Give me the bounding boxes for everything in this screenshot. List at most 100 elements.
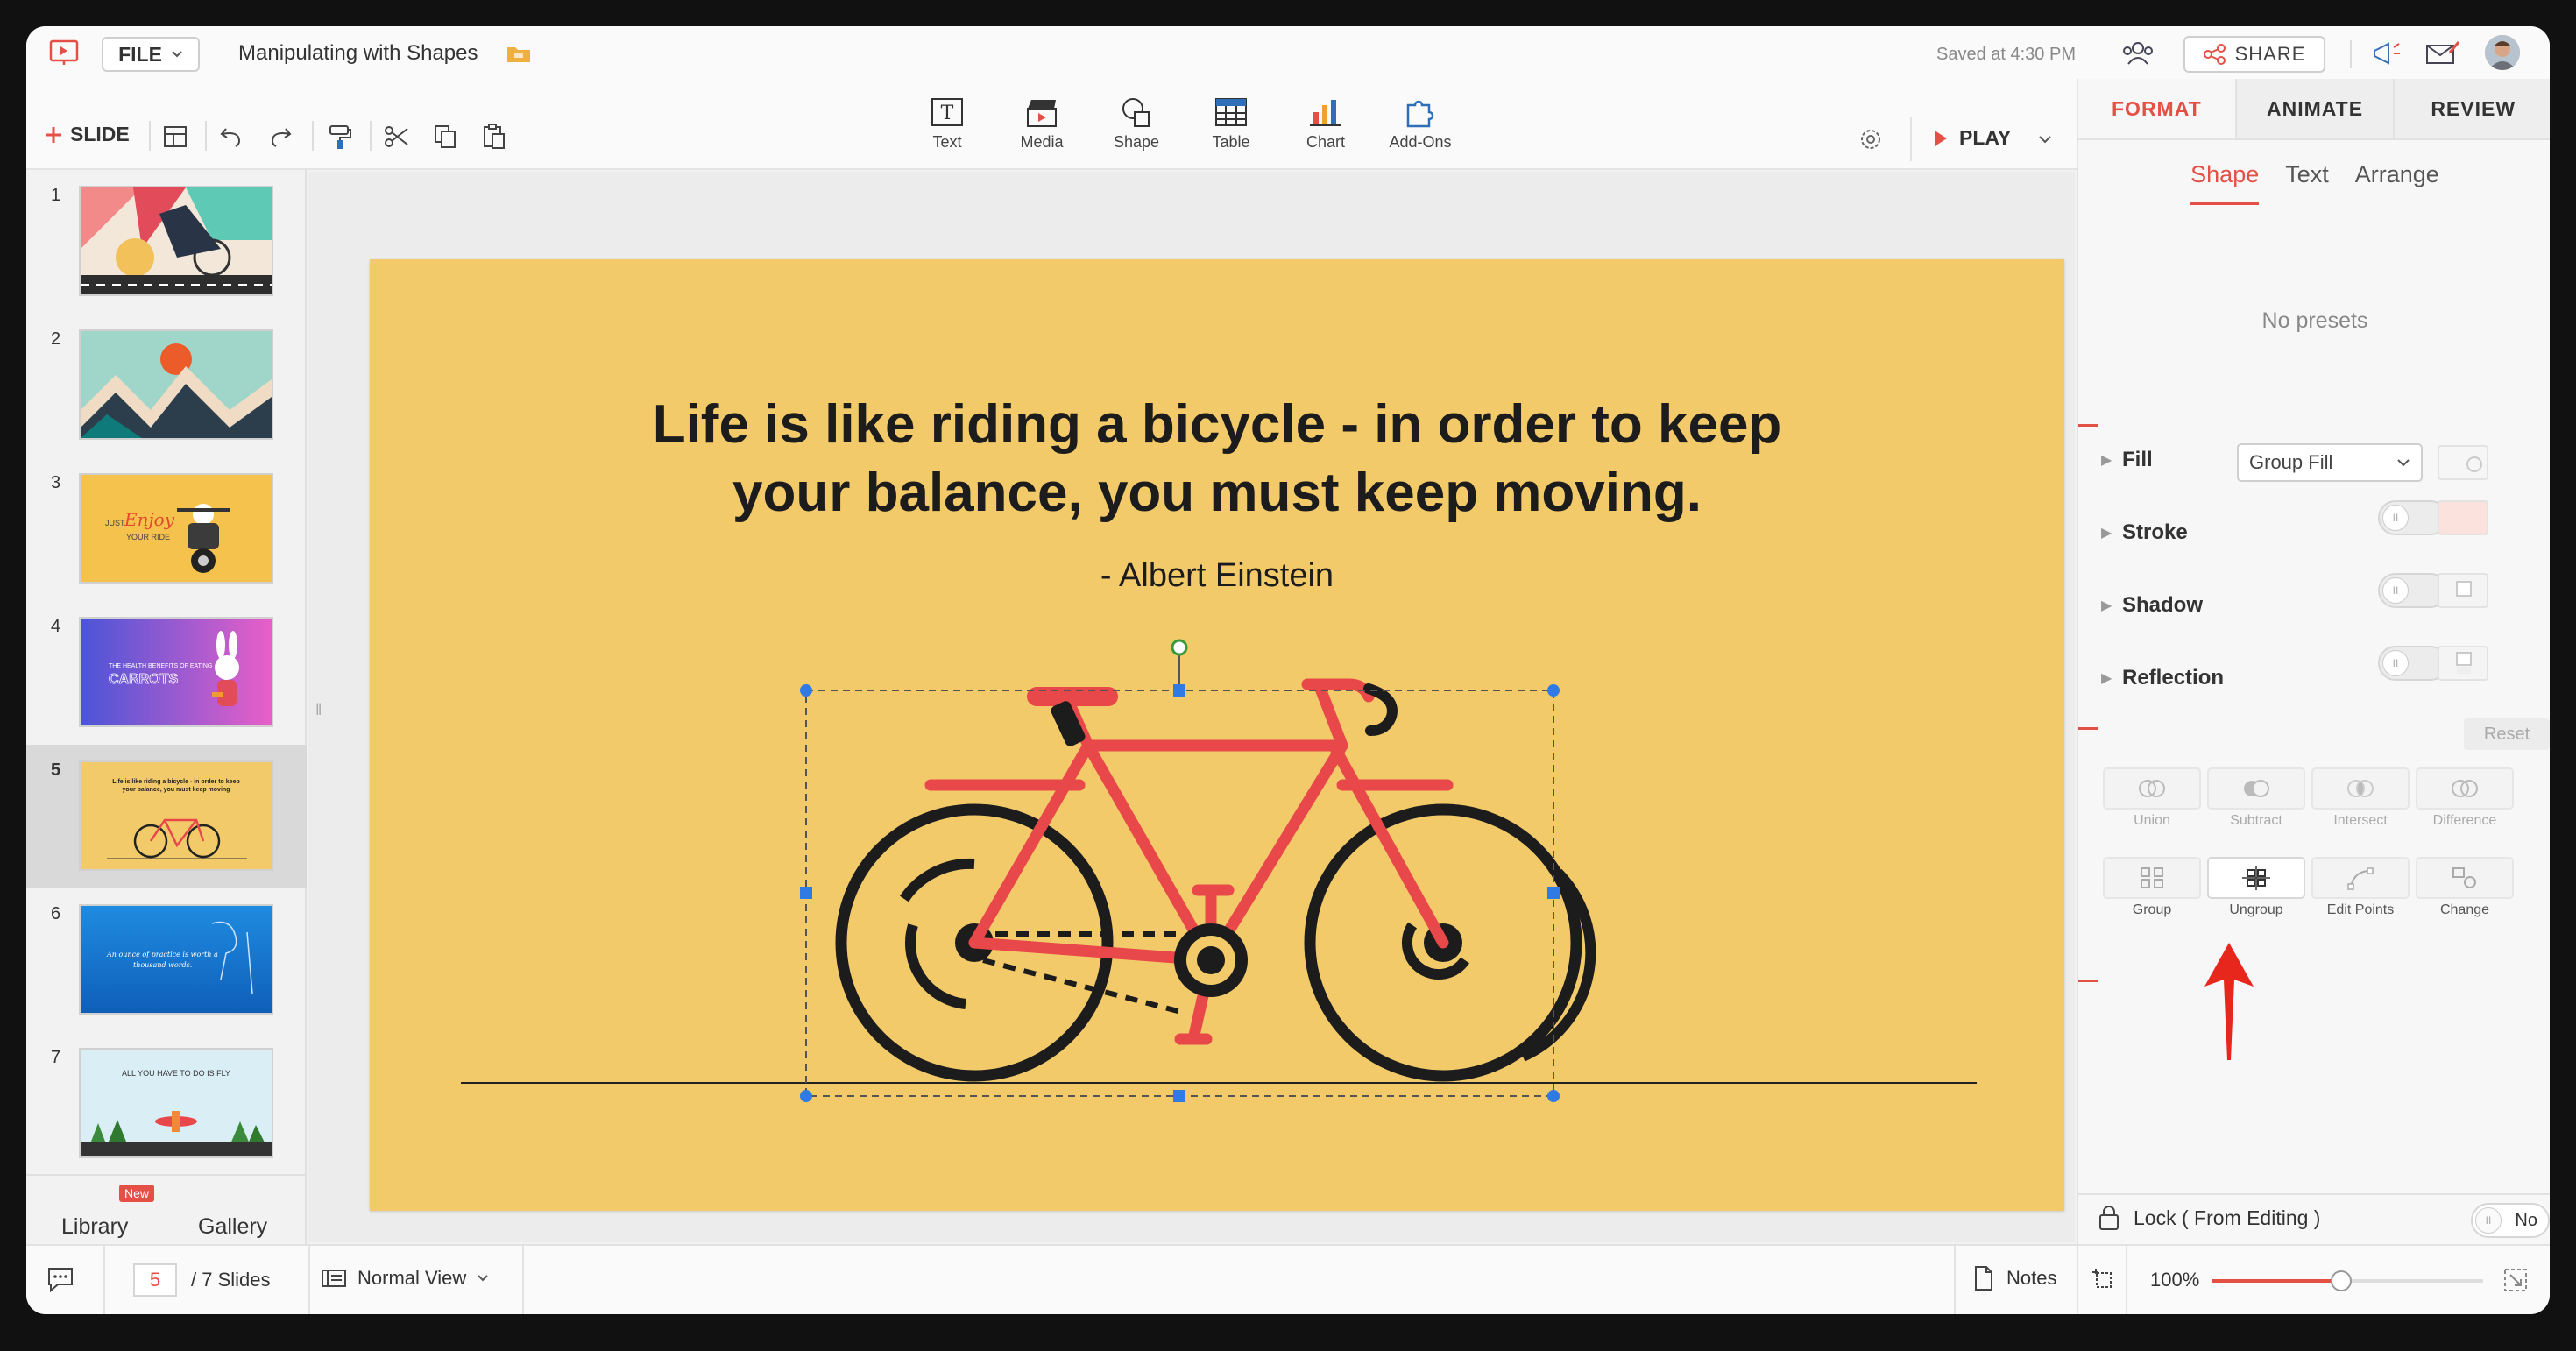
- insert-table-label: Table: [1212, 133, 1250, 151]
- fill-color-swatch[interactable]: [2438, 445, 2488, 480]
- feedback-mail-icon[interactable]: [2425, 40, 2460, 71]
- fill-type-select[interactable]: Group Fill: [2237, 443, 2423, 482]
- app-window: FILE Manipulating with Shapes Saved at 4…: [26, 26, 2550, 1314]
- copy-icon[interactable]: [429, 121, 461, 152]
- intersect-button[interactable]: [2311, 767, 2410, 810]
- slide-thumbnail[interactable]: An ounce of practice is worth a thousand …: [79, 904, 273, 1015]
- slide-thumbnail-row[interactable]: 6 An ounce of practice is worth a thousan…: [26, 888, 307, 1032]
- status-bar: 5 / 7 Slides Normal View Notes 100%: [26, 1244, 2550, 1314]
- shadow-style-swatch[interactable]: [2438, 573, 2488, 608]
- expand-arrow-icon[interactable]: ▶: [2101, 524, 2122, 541]
- slide-thumbnail-row[interactable]: 4 THE HEALTH BENEFITS OF EATING CARROTS: [26, 601, 307, 745]
- view-mode-select[interactable]: Normal View: [321, 1267, 489, 1290]
- subtab-arrange[interactable]: Arrange: [2355, 161, 2439, 205]
- slide-thumbnail-row[interactable]: 1: [26, 170, 307, 314]
- slide-thumbnail-row[interactable]: 3 JUST Enjoy YOUR RIDE: [26, 457, 307, 601]
- stroke-color-swatch[interactable]: [2438, 500, 2488, 535]
- zoom-slider-handle[interactable]: [2331, 1270, 2352, 1291]
- current-slide-input[interactable]: 5: [133, 1263, 177, 1297]
- divider: [2126, 1246, 2127, 1314]
- group-button[interactable]: [2103, 857, 2201, 899]
- subtract-button[interactable]: [2207, 767, 2305, 810]
- union-button[interactable]: [2103, 767, 2201, 810]
- difference-button[interactable]: [2416, 767, 2514, 810]
- change-shape-button[interactable]: [2416, 857, 2514, 899]
- folder-icon[interactable]: [506, 44, 531, 67]
- divider: [370, 121, 372, 151]
- expand-arrow-icon[interactable]: ▶: [2101, 451, 2122, 469]
- divider: [522, 1246, 524, 1314]
- play-options-chevron-icon[interactable]: [2038, 133, 2052, 149]
- layout-icon[interactable]: [159, 121, 191, 152]
- slide-thumbnail-row[interactable]: 7 ALL YOU HAVE TO DO IS FLY: [26, 1032, 307, 1176]
- subtract-label: Subtract: [2230, 813, 2282, 828]
- expand-arrow-icon[interactable]: ▶: [2101, 597, 2122, 614]
- format-painter-icon[interactable]: [324, 121, 356, 152]
- toggle-knob: II: [2475, 1207, 2502, 1234]
- paste-icon[interactable]: [478, 121, 510, 152]
- undo-icon[interactable]: [216, 121, 247, 152]
- section-marker: [2078, 980, 2098, 982]
- user-avatar[interactable]: [2485, 35, 2520, 70]
- reflection-style-swatch[interactable]: [2438, 646, 2488, 681]
- file-menu-button[interactable]: FILE: [102, 37, 200, 72]
- insert-table-button[interactable]: Table: [1192, 96, 1270, 163]
- intersect-icon: [2347, 780, 2374, 797]
- tab-review[interactable]: REVIEW: [2393, 79, 2550, 138]
- insert-text-label: Text: [932, 133, 962, 151]
- add-slide-button[interactable]: SLIDE: [44, 123, 130, 146]
- slide-thumbnail[interactable]: [79, 186, 273, 296]
- lock-toggle[interactable]: II No: [2471, 1203, 2550, 1238]
- panel-resize-handle[interactable]: ‖: [315, 701, 322, 719]
- show-logo-icon[interactable]: [49, 39, 79, 66]
- subtab-text[interactable]: Text: [2285, 161, 2329, 205]
- fill-label: Fill: [2122, 448, 2153, 471]
- slide-thumbnail[interactable]: THE HEALTH BENEFITS OF EATING CARROTS: [79, 617, 273, 727]
- edit-points-button[interactable]: [2311, 857, 2410, 899]
- gallery-button[interactable]: Gallery: [198, 1214, 267, 1240]
- slide-thumbnail[interactable]: Life is like riding a bicycle - in order…: [79, 760, 273, 871]
- slide-thumbnail[interactable]: [79, 329, 273, 440]
- svg-text:JUST: JUST: [105, 519, 125, 527]
- zoom-level[interactable]: 100%: [2150, 1269, 2199, 1291]
- slide-settings-icon[interactable]: [1858, 126, 1884, 157]
- svg-text:THE HEALTH BENEFITS OF EATING: THE HEALTH BENEFITS OF EATING: [109, 663, 212, 669]
- chat-icon[interactable]: [46, 1265, 75, 1298]
- union-label: Union: [2134, 813, 2170, 828]
- insert-addons-button[interactable]: Add-Ons: [1381, 96, 1460, 163]
- section-marker: [2078, 424, 2098, 427]
- slide-thumbnail[interactable]: JUST Enjoy YOUR RIDE: [79, 473, 273, 584]
- fit-to-screen-icon[interactable]: [2091, 1267, 2117, 1298]
- share-button[interactable]: SHARE: [2183, 36, 2325, 73]
- ungroup-button[interactable]: [2207, 857, 2305, 899]
- slide-thumbnail[interactable]: ALL YOU HAVE TO DO IS FLY: [79, 1048, 273, 1158]
- slide-thumbnail-row[interactable]: 2: [26, 314, 307, 457]
- edit-points-icon: [2347, 867, 2374, 890]
- slides-panel: 1 2 3 JUST Enjoy YOUR RIDE 4 THE HEALTH BE…: [26, 170, 307, 1244]
- cut-icon[interactable]: [380, 121, 412, 152]
- insert-media-button[interactable]: Media: [1002, 96, 1081, 163]
- subtab-shape[interactable]: Shape: [2190, 161, 2260, 205]
- change-shape-icon: [2452, 867, 2476, 888]
- document-title[interactable]: Manipulating with Shapes: [238, 41, 478, 66]
- play-label: PLAY: [1959, 126, 2012, 149]
- library-button[interactable]: Library: [61, 1214, 128, 1240]
- tab-format[interactable]: FORMAT: [2078, 79, 2235, 138]
- slide-canvas[interactable]: Life is like riding a bicycle - in order…: [370, 259, 2064, 1211]
- svg-text:YOUR RIDE: YOUR RIDE: [126, 533, 170, 541]
- collaborators-icon[interactable]: [2120, 40, 2155, 71]
- tab-animate[interactable]: ANIMATE: [2234, 79, 2394, 138]
- insert-chart-button[interactable]: Chart: [1286, 96, 1365, 163]
- insert-shape-button[interactable]: Shape: [1097, 96, 1176, 163]
- reset-button[interactable]: Reset: [2464, 718, 2550, 750]
- union-icon: [2139, 780, 2165, 797]
- announcement-icon[interactable]: [2371, 40, 2403, 71]
- bicycle-illustration[interactable]: [370, 259, 2064, 1211]
- expand-arrow-icon[interactable]: ▶: [2101, 669, 2122, 687]
- insert-text-button[interactable]: T Text: [908, 96, 987, 163]
- redo-icon[interactable]: [265, 121, 296, 152]
- notes-button[interactable]: Notes: [1973, 1265, 2056, 1291]
- fullscreen-icon[interactable]: [2502, 1267, 2529, 1298]
- slide-thumbnail-row-active[interactable]: 5 Life is like riding a bicycle - in ord…: [26, 745, 307, 888]
- play-button[interactable]: PLAY: [1933, 126, 2011, 150]
